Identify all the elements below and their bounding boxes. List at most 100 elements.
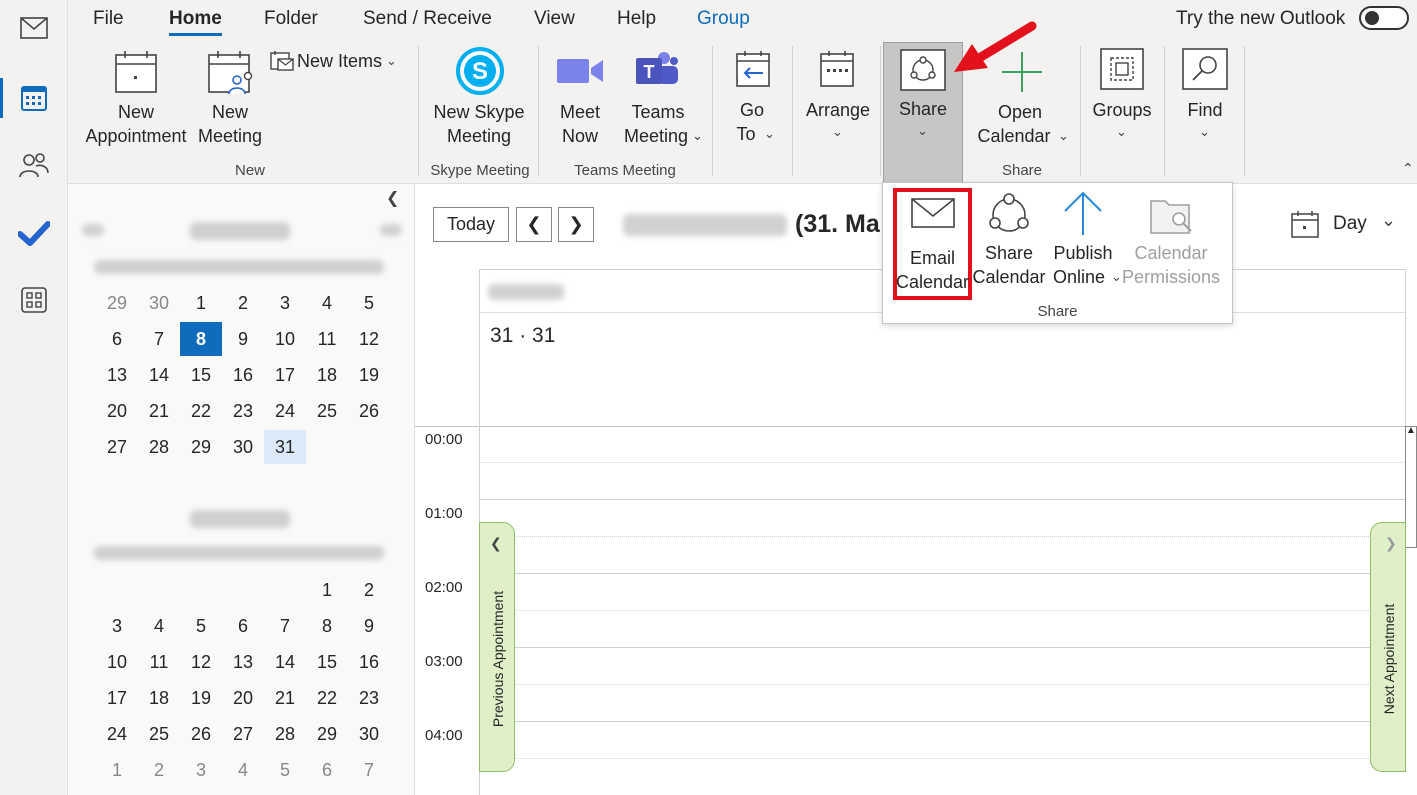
- arrange-button[interactable]: Arrange ⌄: [800, 48, 876, 152]
- date-cell[interactable]: 3: [264, 286, 306, 320]
- date-cell[interactable]: 19: [348, 358, 390, 392]
- date-cell[interactable]: 24: [264, 394, 306, 428]
- date-cell[interactable]: 2: [222, 286, 264, 320]
- previous-appointment-tab[interactable]: ❮ Previous Appointment: [479, 522, 515, 772]
- tab-send-receive[interactable]: Send / Receive: [363, 8, 492, 30]
- date-cell[interactable]: 25: [138, 717, 180, 751]
- date-cell[interactable]: 22: [180, 394, 222, 428]
- date-cell[interactable]: 6: [306, 753, 348, 787]
- date-cell[interactable]: 23: [348, 681, 390, 715]
- vertical-scrollbar[interactable]: ▲: [1405, 425, 1417, 548]
- date-cell[interactable]: 11: [306, 322, 348, 356]
- date-cell[interactable]: 12: [348, 322, 390, 356]
- date-cell[interactable]: 17: [96, 681, 138, 715]
- email-calendar-button[interactable]: Email Calendar: [893, 188, 972, 300]
- date-cell[interactable]: 27: [222, 717, 264, 751]
- share-calendar-button[interactable]: Share Calendar: [972, 191, 1046, 299]
- previous-day-button[interactable]: ❮: [516, 207, 552, 242]
- people-nav-button[interactable]: [0, 137, 68, 193]
- date-cell[interactable]: 8: [306, 609, 348, 643]
- date-cell[interactable]: 22: [306, 681, 348, 715]
- tab-view[interactable]: View: [534, 8, 575, 30]
- date-cell[interactable]: 4: [222, 753, 264, 787]
- date-cell[interactable]: 10: [96, 645, 138, 679]
- date-cell[interactable]: 16: [348, 645, 390, 679]
- date-cell[interactable]: 5: [180, 609, 222, 643]
- today-button[interactable]: Today: [433, 207, 509, 242]
- date-cell-today[interactable]: 8: [180, 322, 222, 356]
- date-cell[interactable]: 1: [96, 753, 138, 787]
- date-cell[interactable]: 13: [222, 645, 264, 679]
- apps-nav-button[interactable]: [0, 272, 68, 328]
- date-cell[interactable]: 6: [96, 322, 138, 356]
- date-cell[interactable]: 11: [138, 645, 180, 679]
- date-cell[interactable]: 5: [348, 286, 390, 320]
- date-cell[interactable]: 28: [264, 717, 306, 751]
- date-cell[interactable]: 1: [180, 286, 222, 320]
- date-cell[interactable]: 2: [138, 753, 180, 787]
- date-cell[interactable]: 18: [138, 681, 180, 715]
- date-cell[interactable]: 4: [306, 286, 348, 320]
- date-cell[interactable]: 3: [180, 753, 222, 787]
- date-cell[interactable]: 3: [96, 609, 138, 643]
- date-cell[interactable]: 1: [306, 573, 348, 607]
- find-button[interactable]: Find ⌄: [1172, 48, 1238, 152]
- teams-meeting-button[interactable]: T Teams Meeting ⌄: [618, 46, 703, 152]
- date-cell[interactable]: 15: [180, 358, 222, 392]
- meet-now-button[interactable]: Meet Now: [550, 46, 610, 152]
- tab-file[interactable]: File: [93, 8, 124, 30]
- date-cell[interactable]: 7: [138, 322, 180, 356]
- new-skype-meeting-button[interactable]: S New Skype Meeting: [426, 46, 532, 152]
- date-cell[interactable]: 7: [264, 609, 306, 643]
- date-cell[interactable]: 5: [264, 753, 306, 787]
- groups-button[interactable]: Groups ⌄: [1088, 48, 1156, 152]
- date-cell[interactable]: 19: [180, 681, 222, 715]
- date-cell-selected[interactable]: 31: [264, 430, 306, 464]
- new-appointment-button[interactable]: New Appointment: [80, 48, 192, 152]
- collapse-pane-icon[interactable]: ❮: [386, 188, 399, 208]
- collapse-ribbon-icon[interactable]: ⌃: [1402, 160, 1414, 177]
- date-cell[interactable]: 29: [306, 717, 348, 751]
- date-cell[interactable]: 24: [96, 717, 138, 751]
- next-month-icon[interactable]: [380, 224, 402, 236]
- date-cell[interactable]: 20: [222, 681, 264, 715]
- next-appointment-tab[interactable]: ❯ Next Appointment: [1370, 522, 1406, 772]
- new-meeting-button[interactable]: New Meeting: [192, 48, 268, 152]
- date-cell[interactable]: 27: [96, 430, 138, 464]
- date-cell[interactable]: 7: [348, 753, 390, 787]
- new-items-button[interactable]: New Items ⌄: [268, 48, 400, 76]
- date-cell[interactable]: 6: [222, 609, 264, 643]
- date-cell[interactable]: 2: [348, 573, 390, 607]
- date-cell[interactable]: 13: [96, 358, 138, 392]
- date-cell[interactable]: 23: [222, 394, 264, 428]
- view-selector[interactable]: Day ⌄: [1289, 210, 1399, 240]
- date-cell[interactable]: 15: [306, 645, 348, 679]
- try-new-outlook-toggle[interactable]: [1359, 6, 1409, 30]
- date-cell[interactable]: 16: [222, 358, 264, 392]
- prev-month-icon[interactable]: [82, 224, 104, 236]
- date-cell[interactable]: 18: [306, 358, 348, 392]
- date-cell[interactable]: 20: [96, 394, 138, 428]
- go-to-button[interactable]: Go To ⌄: [724, 48, 780, 152]
- mail-nav-button[interactable]: [0, 0, 68, 56]
- todo-nav-button[interactable]: [0, 205, 68, 261]
- date-cell[interactable]: 10: [264, 322, 306, 356]
- date-cell[interactable]: 28: [138, 430, 180, 464]
- date-cell[interactable]: 30: [222, 430, 264, 464]
- date-cell[interactable]: 14: [264, 645, 306, 679]
- date-cell[interactable]: 26: [348, 394, 390, 428]
- tab-folder[interactable]: Folder: [264, 8, 318, 30]
- date-cell[interactable]: 12: [180, 645, 222, 679]
- date-cell[interactable]: 26: [180, 717, 222, 751]
- date-cell[interactable]: 30: [138, 286, 180, 320]
- date-cell[interactable]: 17: [264, 358, 306, 392]
- tab-home[interactable]: Home: [169, 8, 222, 36]
- tab-group[interactable]: Group: [697, 8, 750, 30]
- date-cell[interactable]: 21: [138, 394, 180, 428]
- date-cell[interactable]: 9: [222, 322, 264, 356]
- date-cell[interactable]: 25: [306, 394, 348, 428]
- next-day-button[interactable]: ❯: [558, 207, 594, 242]
- date-cell[interactable]: 29: [96, 286, 138, 320]
- scroll-up-icon[interactable]: ▲: [1406, 425, 1416, 436]
- date-cell[interactable]: 4: [138, 609, 180, 643]
